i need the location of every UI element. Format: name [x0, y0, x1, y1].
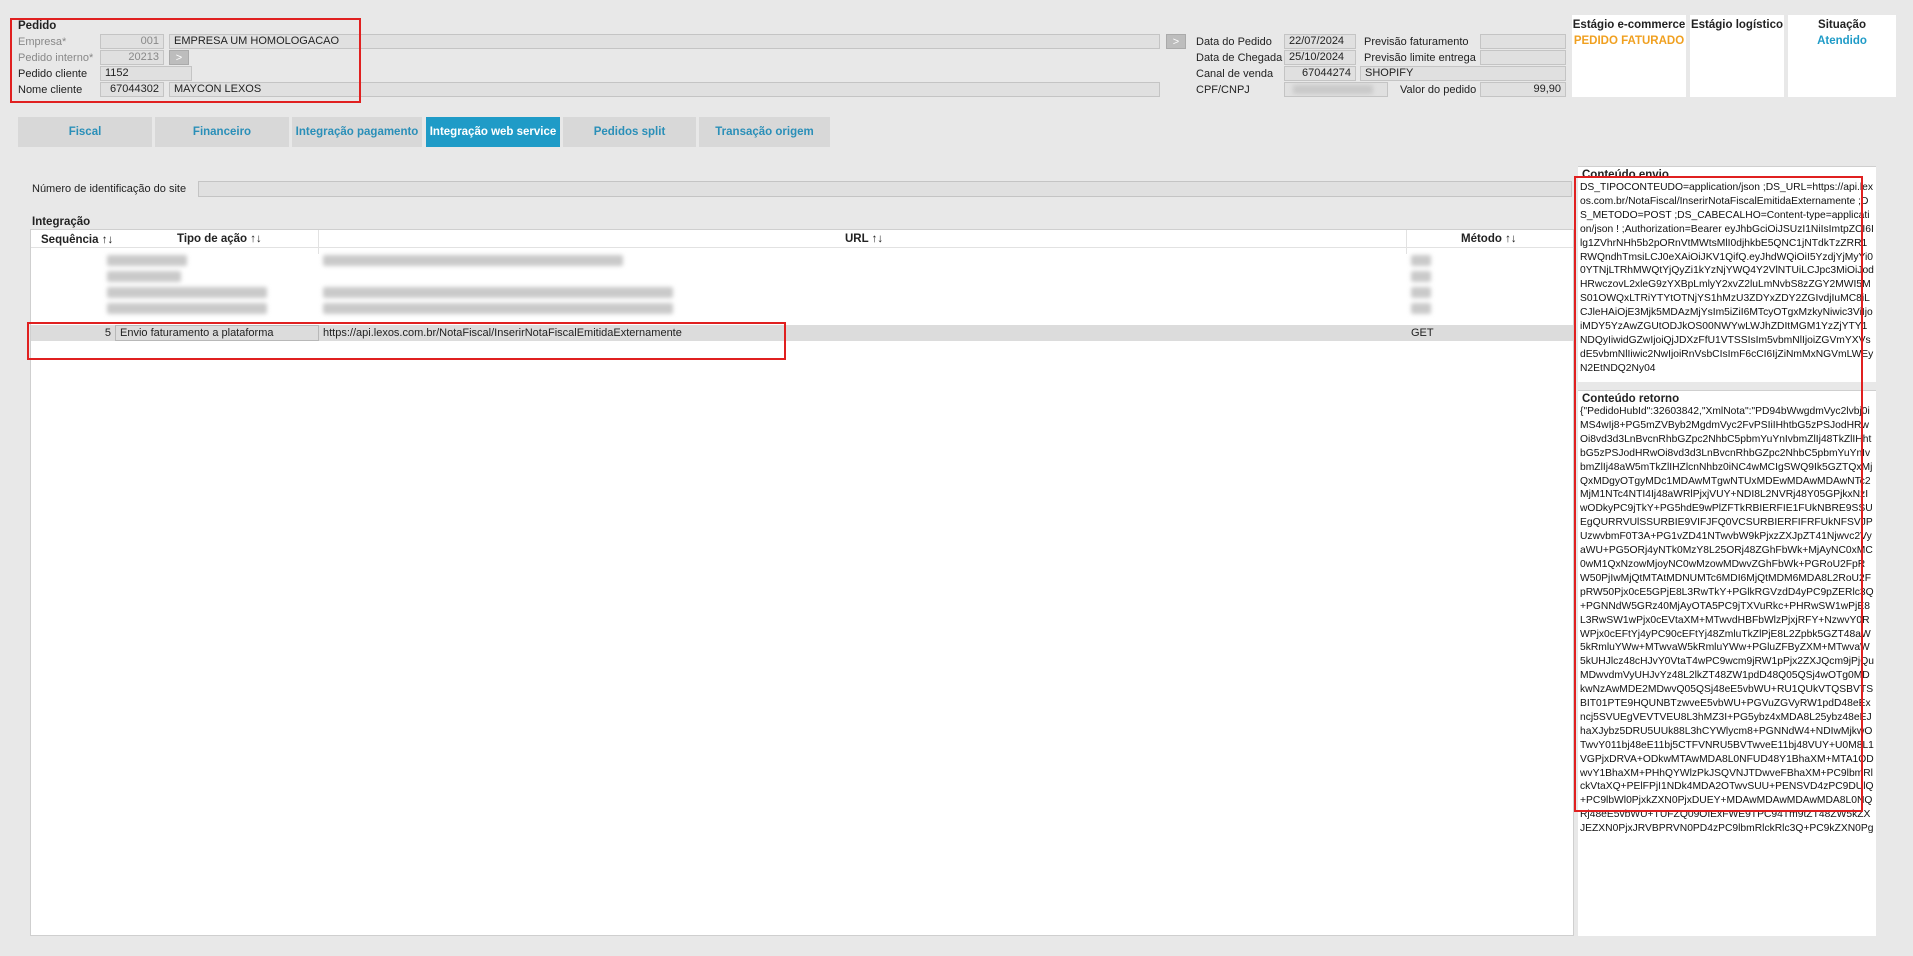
- situacao-box: Situação Atendido: [1788, 15, 1896, 97]
- conteudo-retorno-text: {"PedidoHubId":32603842,"XmlNota":"PD94b…: [1580, 406, 1874, 835]
- nome-cliente-code-field[interactable]: 67044302: [100, 82, 164, 97]
- pedido-cliente-label: Pedido cliente: [18, 68, 88, 80]
- cell-metodo: GET: [1411, 327, 1434, 339]
- cell-url: https://api.lexos.com.br/NotaFiscal/Inse…: [323, 327, 682, 339]
- situacao-title: Situação: [1818, 19, 1866, 31]
- pedido-interno-lookup-button[interactable]: >: [169, 50, 189, 65]
- tab-integracao-web-service[interactable]: Integração web service: [426, 117, 560, 147]
- nome-cliente-label: Nome cliente: [18, 84, 83, 96]
- situacao-value: Atendido: [1817, 35, 1867, 47]
- conteudo-retorno-title: Conteúdo retorno: [1582, 393, 1680, 405]
- nome-cliente-name-field[interactable]: MAYCON LEXOS: [169, 82, 1160, 97]
- pedido-section-title: Pedido: [18, 20, 57, 32]
- empresa-code-field[interactable]: 001: [100, 34, 164, 49]
- col-url-header[interactable]: URL ↑↓: [845, 233, 883, 245]
- data-chegada-label: Data de Chegada: [1196, 52, 1283, 64]
- canal-venda-code-field[interactable]: 67044274: [1284, 66, 1356, 81]
- col-divider: [1406, 230, 1407, 254]
- site-id-field[interactable]: [198, 181, 1572, 197]
- canal-venda-label: Canal de venda: [1196, 68, 1274, 80]
- col-divider: [318, 230, 319, 254]
- cell-sequencia: 5: [104, 327, 111, 339]
- tab-pedidos-split[interactable]: Pedidos split: [563, 117, 696, 147]
- valor-pedido-field[interactable]: 99,90: [1480, 82, 1566, 97]
- empresa-label: Empresa*: [18, 36, 67, 48]
- table-row[interactable]: [31, 268, 1573, 284]
- tab-transacao-origem[interactable]: Transação origem: [699, 117, 830, 147]
- estagio-ecommerce-title: Estágio e-commerce: [1572, 19, 1686, 31]
- previsao-faturamento-label: Previsão faturamento: [1364, 36, 1469, 48]
- col-tipo-acao-header[interactable]: Tipo de ação ↑↓: [177, 233, 262, 245]
- previsao-limite-label: Previsão limite entrega: [1364, 52, 1476, 64]
- estagio-ecommerce-box: Estágio e-commerce PEDIDO FATURADO: [1572, 15, 1686, 97]
- col-sequencia-header[interactable]: Sequência ↑↓: [41, 234, 113, 246]
- conteudo-envio-title: Conteúdo envio: [1582, 169, 1669, 181]
- chevron-right-icon: >: [175, 52, 183, 64]
- conteudo-retorno-panel: Conteúdo retorno {"PedidoHubId":32603842…: [1578, 390, 1876, 936]
- cpf-cnpj-label: CPF/CNPJ: [1196, 84, 1250, 96]
- col-metodo-header[interactable]: Método ↑↓: [1461, 233, 1517, 245]
- empresa-lookup-button[interactable]: >: [1166, 34, 1186, 49]
- pedido-interno-label: Pedido interno*: [18, 52, 94, 64]
- integracao-grid: Sequência ↑↓ Tipo de ação ↑↓ URL ↑↓ Méto…: [30, 229, 1574, 936]
- canal-venda-name-field[interactable]: SHOPIFY: [1360, 66, 1566, 81]
- cpf-cnpj-field[interactable]: [1284, 82, 1388, 97]
- table-row-selected[interactable]: 5 Envio faturamento a plataforma https:/…: [31, 325, 1573, 341]
- data-chegada-field[interactable]: 25/10/2024: [1284, 50, 1356, 65]
- previsao-limite-field[interactable]: [1480, 50, 1566, 65]
- conteudo-envio-text: DS_TIPOCONTEUDO=application/json ;DS_URL…: [1580, 182, 1874, 374]
- data-pedido-field[interactable]: 22/07/2024: [1284, 34, 1356, 49]
- estagio-logistico-title: Estágio logístico: [1690, 19, 1783, 31]
- table-row[interactable]: [31, 284, 1573, 300]
- data-pedido-label: Data do Pedido: [1196, 36, 1272, 48]
- table-row[interactable]: [31, 252, 1573, 268]
- integracao-title: Integração: [32, 216, 91, 228]
- chevron-right-icon: >: [1172, 36, 1180, 48]
- conteudo-envio-panel: Conteúdo envio DS_TIPOCONTEUDO=applicati…: [1578, 166, 1876, 382]
- cell-tipo-acao: Envio faturamento a plataforma: [115, 325, 319, 341]
- valor-pedido-label: Valor do pedido: [1400, 84, 1477, 96]
- tab-integracao-pagamento[interactable]: Integração pagamento: [292, 117, 422, 147]
- site-id-label: Número de identificação do site: [32, 183, 187, 195]
- previsao-faturamento-field[interactable]: [1480, 34, 1566, 49]
- header-divider: [31, 247, 1573, 248]
- pedido-cliente-field[interactable]: 1152: [100, 66, 192, 81]
- empresa-name-field[interactable]: EMPRESA UM HOMOLOGACAO: [169, 34, 1160, 49]
- tab-fiscal[interactable]: Fiscal: [18, 117, 152, 147]
- tab-financeiro[interactable]: Financeiro: [155, 117, 289, 147]
- blurred-cpf: [1293, 85, 1373, 94]
- table-row[interactable]: [31, 300, 1573, 316]
- estagio-logistico-box: Estágio logístico: [1690, 15, 1784, 97]
- pedido-interno-field[interactable]: 20213: [100, 50, 164, 65]
- estagio-ecommerce-value: PEDIDO FATURADO: [1573, 35, 1685, 47]
